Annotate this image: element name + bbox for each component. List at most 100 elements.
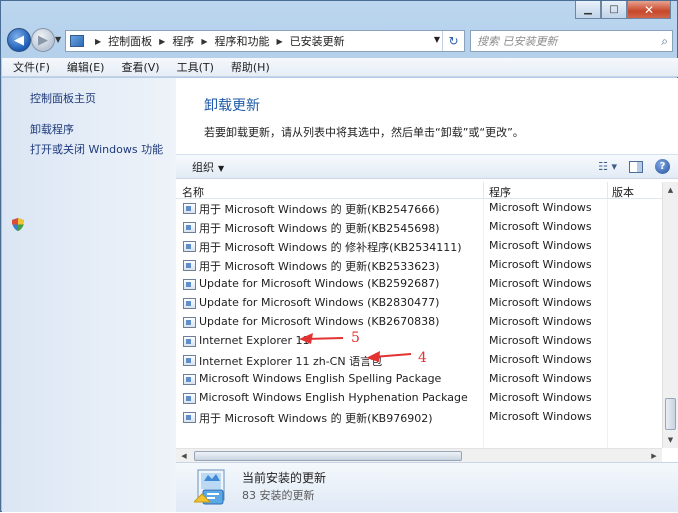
page-title: 卸载更新 [204, 98, 260, 114]
windows-features-link[interactable]: 打开或关闭 Windows 功能 [30, 141, 163, 157]
list-item[interactable]: Internet Explorer 11 Microsoft Windows [176, 332, 662, 351]
list-item[interactable]: 用于 Microsoft Windows 的 更新(KB2545698) Micr… [176, 218, 662, 237]
close-button[interactable]: ✕ [627, 1, 671, 19]
minimize-button[interactable]: ▁ [575, 1, 601, 19]
uninstall-program-link[interactable]: 卸载程序 [30, 121, 74, 137]
update-name: Internet Explorer 11 [199, 334, 310, 347]
update-icon [183, 355, 196, 366]
update-icon [183, 241, 196, 252]
maximize-button[interactable]: □ [601, 1, 627, 19]
update-icon [183, 279, 196, 290]
window: ▁ □ ✕ ◀ ▶ ▼ ▶ 控制面板 ▶ 程序 ▶ 程序和功能 ▶ 已安装更新 … [0, 0, 678, 512]
list-item[interactable]: 用于 Microsoft Windows 的 更新(KB2547666) Micr… [176, 199, 662, 218]
control-panel-home-link[interactable]: 控制面板主页 [30, 90, 96, 106]
breadcrumb-programs-features[interactable]: 程序和功能 [214, 33, 269, 49]
update-program: Microsoft Windows [489, 334, 592, 347]
menu-file[interactable]: 文件(F) [2, 59, 56, 75]
back-button[interactable]: ◀ [7, 28, 31, 52]
update-program: Microsoft Windows [489, 410, 592, 423]
organize-button[interactable]: 组织 ▼ [192, 159, 224, 175]
update-name: Update for Microsoft Windows (KB2592687) [199, 277, 440, 290]
update-program: Microsoft Windows [489, 277, 592, 290]
list-item[interactable]: 用于 Microsoft Windows 的 更新(KB2533623) Micr… [176, 256, 662, 275]
address-bar[interactable]: ▶ 控制面板 ▶ 程序 ▶ 程序和功能 ▶ 已安装更新 ▼ ↻ [65, 30, 465, 52]
menu-tools[interactable]: 工具(T) [166, 59, 220, 75]
update-program: Microsoft Windows [489, 220, 592, 233]
update-program: Microsoft Windows [489, 315, 592, 328]
update-name: Internet Explorer 11 zh-CN 语言包 [199, 355, 383, 368]
update-icon [183, 374, 196, 385]
update-icon [183, 298, 196, 309]
column-name[interactable]: 名称 [182, 184, 204, 200]
main-pane: 卸载更新 若要卸载更新，请从列表中将其选中，然后单击“卸载”或“更改”。 组织 ▼… [176, 78, 678, 512]
scroll-right-icon[interactable]: ▶ [646, 449, 662, 463]
search-input[interactable]: 搜索 已安装更新 ⌕ [470, 30, 673, 52]
horizontal-scroll-thumb[interactable] [194, 451, 462, 461]
address-dropdown-icon[interactable]: ▼ [434, 35, 440, 44]
update-name: Microsoft Windows English Spelling Packa… [199, 372, 442, 385]
search-icon[interactable]: ⌕ [661, 34, 668, 49]
details-title: 当前安装的更新 [242, 471, 327, 485]
update-icon [183, 203, 196, 214]
recent-pages-dropdown[interactable]: ▼ [55, 35, 61, 44]
column-program[interactable]: 程序 [489, 184, 511, 200]
breadcrumb-control-panel[interactable]: 控制面板 [108, 33, 152, 49]
preview-pane-icon[interactable] [629, 160, 643, 173]
updates-list: 用于 Microsoft Windows 的 更新(KB2547666) Micr… [176, 199, 662, 449]
update-program: Microsoft Windows [489, 258, 592, 271]
breadcrumb-separator[interactable]: ▶ [159, 37, 165, 46]
scroll-down-icon[interactable]: ▼ [663, 432, 678, 448]
update-icon [183, 260, 196, 271]
update-name: 用于 Microsoft Windows 的 修补程序(KB2534111) [199, 241, 462, 254]
details-pane: 当前安装的更新 83 安装的更新 [176, 462, 678, 512]
control-panel-icon [70, 35, 84, 47]
forward-button[interactable]: ▶ [31, 28, 55, 52]
shield-icon [12, 218, 24, 231]
list-item[interactable]: 用于 Microsoft Windows 的 修补程序(KB2534111) Mi… [176, 237, 662, 256]
navigation-buttons: ◀ ▶ [7, 28, 55, 54]
menu-bar: 文件(F) 编辑(E) 查看(V) 工具(T) 帮助(H) [2, 58, 678, 77]
column-divider[interactable] [607, 182, 608, 199]
update-name: 用于 Microsoft Windows 的 更新(KB976902) [199, 412, 433, 425]
list-item[interactable]: Microsoft Windows English Hyphenation Pa… [176, 389, 662, 408]
update-name: Update for Microsoft Windows (KB2830477) [199, 296, 440, 309]
breadcrumb-installed-updates[interactable]: 已安装更新 [290, 33, 345, 49]
update-icon [183, 222, 196, 233]
scroll-up-icon[interactable]: ▲ [663, 182, 678, 198]
list-item[interactable]: Microsoft Windows English Spelling Packa… [176, 370, 662, 389]
details-count: 83 安装的更新 [242, 489, 315, 502]
search-placeholder: 搜索 已安装更新 [477, 35, 558, 48]
annotation-label-4: 4 [418, 350, 427, 366]
menu-view[interactable]: 查看(V) [110, 59, 165, 75]
breadcrumb-programs[interactable]: 程序 [172, 33, 194, 49]
refresh-icon[interactable]: ↻ [442, 31, 464, 51]
scroll-left-icon[interactable]: ◀ [176, 449, 192, 463]
left-pane: 控制面板主页 卸载程序 打开或关闭 Windows 功能 [2, 78, 176, 512]
menu-edit[interactable]: 编辑(E) [56, 59, 111, 75]
installed-updates-icon [194, 469, 225, 505]
update-icon [183, 317, 196, 328]
list-item[interactable]: Update for Microsoft Windows (KB2670838)… [176, 313, 662, 332]
change-view-icon[interactable]: ☷ ▾ [598, 160, 617, 173]
vertical-scroll-thumb[interactable] [665, 398, 676, 430]
update-program: Microsoft Windows [489, 296, 592, 309]
update-program: Microsoft Windows [489, 372, 592, 385]
breadcrumb-separator[interactable]: ▶ [201, 37, 207, 46]
column-divider[interactable] [483, 182, 484, 199]
update-name: 用于 Microsoft Windows 的 更新(KB2545698) [199, 222, 440, 235]
list-item[interactable]: Update for Microsoft Windows (KB2830477)… [176, 294, 662, 313]
update-program: Microsoft Windows [489, 201, 592, 214]
column-version[interactable]: 版本 [612, 184, 634, 200]
command-toolbar: 组织 ▼ ☷ ▾ ? [176, 154, 678, 179]
breadcrumb-separator[interactable]: ▶ [276, 37, 282, 46]
vertical-scrollbar[interactable]: ▲ ▼ [662, 182, 678, 448]
update-icon [183, 336, 196, 347]
menu-help[interactable]: 帮助(H) [220, 59, 276, 75]
help-icon[interactable]: ? [655, 159, 670, 174]
breadcrumb-separator[interactable]: ▶ [95, 37, 101, 46]
chevron-down-icon: ▼ [218, 163, 225, 173]
horizontal-scrollbar[interactable]: ◀ ▶ [176, 448, 662, 462]
list-item[interactable]: 用于 Microsoft Windows 的 更新(KB976902) Micro… [176, 408, 662, 427]
list-item[interactable]: Update for Microsoft Windows (KB2592687)… [176, 275, 662, 294]
organize-label: 组织 [192, 160, 214, 174]
